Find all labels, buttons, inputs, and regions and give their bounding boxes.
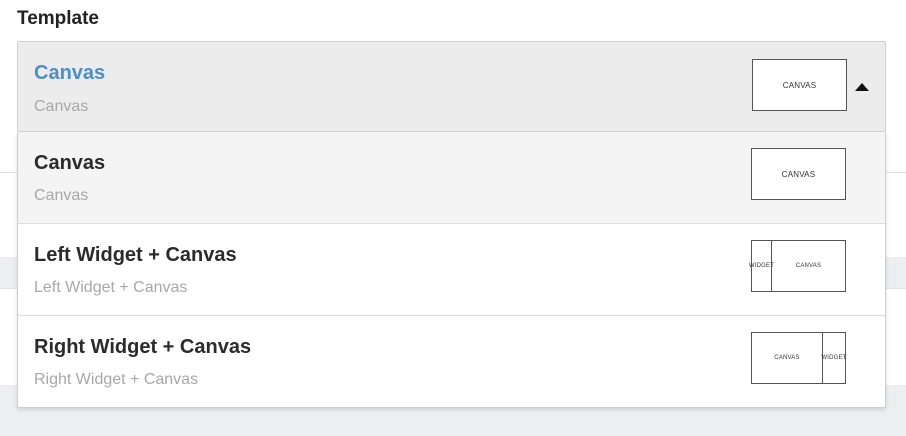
option-right-widget-canvas[interactable]: Right Widget + Canvas Right Widget + Can… [18,316,885,407]
option-title: Canvas [34,152,106,174]
thumbnail-canvas-label: CANVAS [781,169,816,179]
option-subtitle: Left Widget + Canvas [34,279,188,296]
thumbnail-widget-label: WIDGET [821,333,846,383]
thumbnail-canvas-label: CANVAS [782,80,817,90]
option-thumbnail: CANVAS WIDGET [751,332,846,384]
thumbnail-canvas-label: CANVAS [795,263,822,269]
template-dropdown[interactable]: Canvas Canvas CANVAS Canvas Canvas CANVA… [17,41,886,408]
option-subtitle: Right Widget + Canvas [34,371,199,388]
template-options-list: Canvas Canvas CANVAS Left Widget + Canva… [17,132,886,408]
selected-template-thumbnail: CANVAS [752,59,847,111]
selected-subtitle: Canvas [34,98,89,115]
option-subtitle: Canvas [34,187,89,204]
template-label: Template [17,8,100,29]
option-thumbnail: WIDGET CANVAS [749,240,846,292]
thumbnail-widget-label: WIDGET [749,241,774,291]
option-left-widget-canvas[interactable]: Left Widget + Canvas Left Widget + Canva… [18,224,885,316]
option-title: Right Widget + Canvas [34,336,252,358]
option-canvas[interactable]: Canvas Canvas CANVAS [18,132,885,224]
thumbnail-canvas-label: CANVAS [774,355,800,361]
caret-up-icon[interactable] [855,83,869,91]
option-thumbnail: CANVAS [751,148,846,200]
selected-title: Canvas [34,62,106,84]
option-title: Left Widget + Canvas [34,244,237,266]
template-select-toggle[interactable]: Canvas Canvas CANVAS [17,41,886,132]
